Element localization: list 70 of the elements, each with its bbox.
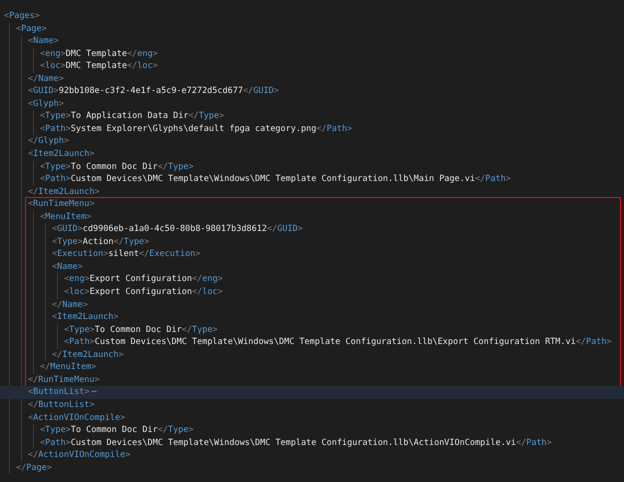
xml-tag: </GUID> <box>242 86 279 96</box>
xml-tag: <ActionVIOnCompile> <box>28 412 126 422</box>
xml-tag: <Name> <box>28 36 59 46</box>
xml-tag: <Path> <box>40 174 71 184</box>
xml-tag: <Item2Launch> <box>52 312 119 322</box>
xml-tag: <Type> <box>40 162 71 172</box>
xml-tag: <Type> <box>40 425 71 436</box>
xml-tag: </eng> <box>127 48 158 59</box>
xml-value: DMC Template <box>66 61 128 72</box>
xml-tag: <eng> <box>40 48 66 59</box>
xml-tag: <Pages> <box>4 11 40 21</box>
xml-value: Custom Devices\DMC Template\Windows\DMC Template Configuration.llb\Export Configuration RTM.vi <box>94 337 576 348</box>
fold-ellipsis[interactable]: ⋯ <box>91 387 97 398</box>
xml-tag: </RunTimeMenu> <box>28 374 100 385</box>
xml-tag: <ButtonList> <box>28 387 90 398</box>
xml-value: Custom Devices\DMC Template\Windows\DMC Template Configuration.llb\ActionVIOnCompile.vi <box>70 438 516 448</box>
xml-tag: </Type> <box>113 236 150 247</box>
xml-tag: </Glyph> <box>28 136 69 146</box>
xml-tag: </GUID> <box>266 224 303 234</box>
xml-value: cd9906eb-a1a0-4c50-80b8-98017b3d8612 <box>82 224 267 234</box>
xml-tag: </ActionVIOnCompile> <box>28 450 130 460</box>
xml-tag: <loc> <box>40 61 66 72</box>
xml-tag: </Page> <box>16 462 52 473</box>
xml-tag: </Type> <box>182 324 218 335</box>
xml-tag: <eng> <box>64 274 90 284</box>
xml-tag: </eng> <box>192 274 223 284</box>
xml-tag: <Type> <box>40 111 71 122</box>
xml-tag: <MenuItem> <box>40 212 92 222</box>
xml-value: To Common Doc Dir <box>70 162 158 172</box>
xml-tag: </Execution> <box>139 249 200 260</box>
xml-tag: <Glyph> <box>28 98 64 109</box>
xml-value: Export Configuration <box>90 274 192 284</box>
xml-tag: </Name> <box>52 300 88 310</box>
xml-tag: </loc> <box>127 61 158 72</box>
xml-tag: <GUID> <box>28 86 59 96</box>
xml-tag: <Type> <box>64 324 95 335</box>
xml-tag: <Type> <box>52 236 83 247</box>
xml-value: silent <box>108 249 140 260</box>
xml-tag: <Item2Launch> <box>28 149 95 160</box>
xml-tag: </Name> <box>28 74 64 84</box>
xml-value: To Common Doc Dir <box>70 425 158 436</box>
xml-tag: <GUID> <box>52 224 83 234</box>
xml-value: Action <box>82 236 114 247</box>
xml-tag: <RunTimeMenu> <box>28 199 95 210</box>
xml-tag: <loc> <box>64 287 90 298</box>
xml-value: Export Configuration <box>90 287 192 298</box>
xml-tag: </Path> <box>316 124 352 134</box>
xml-value: 92bb108e-c3f2-4e1f-a5c9-e7272d5cd677 <box>58 86 243 96</box>
xml-tag: <Path> <box>64 337 95 348</box>
xml-tag: </Type> <box>158 425 194 436</box>
xml-tag: <Name> <box>52 262 83 272</box>
xml-value: DMC Template <box>66 48 128 59</box>
xml-tag: </Item2Launch> <box>52 350 124 360</box>
xml-tag: <Path> <box>40 438 71 448</box>
xml-tag: <Page> <box>16 24 47 34</box>
xml-tag: </loc> <box>192 287 223 298</box>
xml-tag: </Type> <box>188 111 224 122</box>
xml-tag: </ButtonList> <box>28 400 95 410</box>
xml-tag: </Type> <box>158 162 194 172</box>
xml-tag: <Path> <box>40 124 71 134</box>
xml-tag: </Path> <box>475 174 511 184</box>
xml-tag: </Item2Launch> <box>28 186 100 197</box>
xml-tag: </MenuItem> <box>40 362 96 372</box>
xml-value: To Common Doc Dir <box>94 324 182 335</box>
xml-tag: </Path> <box>576 337 612 348</box>
xml-tag: <Execution> <box>52 249 108 260</box>
xml-value: To Application Data Dir <box>70 111 188 122</box>
xml-tag: </Path> <box>516 438 552 448</box>
xml-value: Custom Devices\DMC Template\Windows\DMC Template Configuration.llb\Main Page.vi <box>70 174 476 184</box>
xml-value: System Explorer\Glyphs\default fpga category.png <box>70 124 316 134</box>
